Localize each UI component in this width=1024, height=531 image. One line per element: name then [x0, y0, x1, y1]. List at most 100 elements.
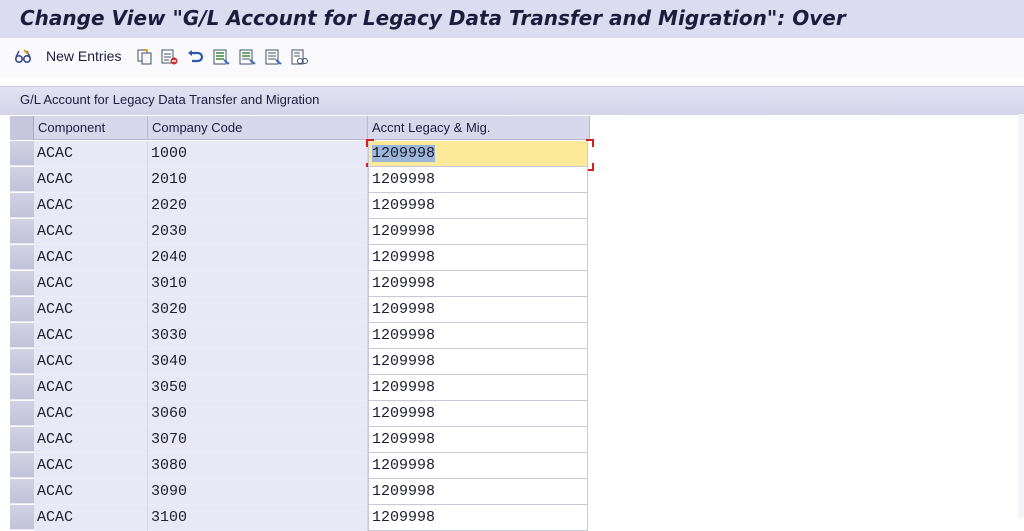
account-input[interactable]: 1209998	[368, 141, 588, 167]
account-value: 1209998	[372, 171, 436, 188]
table-row[interactable]: ACAC 3020 1209998	[10, 297, 590, 323]
undo-icon[interactable]	[186, 48, 204, 66]
table-row[interactable]: ACAC 3100 1209998	[10, 505, 590, 531]
company-code-cell: 3030	[148, 323, 368, 349]
account-value: 1209998	[372, 223, 436, 240]
account-value: 1209998	[372, 379, 436, 396]
row-select-button[interactable]	[10, 401, 34, 426]
row-select-button[interactable]	[10, 141, 34, 166]
account-input[interactable]: 1209998	[368, 349, 588, 375]
account-input[interactable]: 1209998	[368, 219, 588, 245]
company-code-cell: 3040	[148, 349, 368, 375]
account-input[interactable]: 1209998	[368, 323, 588, 349]
row-select-button[interactable]	[10, 375, 34, 400]
column-header-component[interactable]: Component	[34, 116, 148, 140]
row-select-button[interactable]	[10, 453, 34, 478]
company-code-cell: 3060	[148, 401, 368, 427]
table-row[interactable]: ACAC 3090 1209998	[10, 479, 590, 505]
column-header-company-code[interactable]: Company Code	[148, 116, 368, 140]
component-cell: ACAC	[34, 505, 148, 531]
company-code-cell: 3050	[148, 375, 368, 401]
account-value: 1209998	[372, 483, 436, 500]
table-row[interactable]: ACAC 2010 1209998	[10, 167, 590, 193]
row-select-button[interactable]	[10, 219, 34, 244]
account-input[interactable]: 1209998	[368, 271, 588, 297]
account-value: 1209998	[372, 457, 436, 474]
component-cell: ACAC	[34, 375, 148, 401]
select-all-rows-button[interactable]	[10, 116, 34, 140]
component-cell: ACAC	[34, 297, 148, 323]
component-cell: ACAC	[34, 427, 148, 453]
component-cell: ACAC	[34, 349, 148, 375]
table-row[interactable]: ACAC 2030 1209998	[10, 219, 590, 245]
component-cell: ACAC	[34, 245, 148, 271]
company-code-cell: 3090	[148, 479, 368, 505]
right-edge	[1018, 114, 1024, 518]
company-code-cell: 2010	[148, 167, 368, 193]
account-input[interactable]: 1209998	[368, 167, 588, 193]
row-select-button[interactable]	[10, 479, 34, 504]
select-all-icon[interactable]	[212, 48, 230, 66]
table-row[interactable]: ACAC 3010 1209998	[10, 271, 590, 297]
account-value: 1209998	[372, 249, 436, 266]
account-input[interactable]: 1209998	[368, 297, 588, 323]
account-input[interactable]: 1209998	[368, 453, 588, 479]
company-code-cell: 3100	[148, 505, 368, 531]
component-cell: ACAC	[34, 271, 148, 297]
account-value: 1209998	[372, 301, 436, 318]
row-select-button[interactable]	[10, 427, 34, 452]
company-code-cell: 2040	[148, 245, 368, 271]
account-input[interactable]: 1209998	[368, 401, 588, 427]
company-code-cell: 1000	[148, 141, 368, 167]
row-select-button[interactable]	[10, 245, 34, 270]
account-value: 1209998	[372, 275, 436, 292]
table-row[interactable]: ACAC 1000 1209998	[10, 139, 594, 171]
account-input[interactable]: 1209998	[368, 193, 588, 219]
component-cell: ACAC	[34, 453, 148, 479]
component-cell: ACAC	[34, 323, 148, 349]
row-select-button[interactable]	[10, 193, 34, 218]
row-select-button[interactable]	[10, 323, 34, 348]
account-value: 1209998	[372, 431, 436, 448]
deselect-all-icon[interactable]	[264, 48, 282, 66]
company-code-cell: 3070	[148, 427, 368, 453]
table-row[interactable]: ACAC 3060 1209998	[10, 401, 590, 427]
account-value: 1209998	[372, 145, 436, 162]
table-row[interactable]: ACAC 2020 1209998	[10, 193, 590, 219]
account-input[interactable]: 1209998	[368, 427, 588, 453]
glasses-icon[interactable]	[14, 48, 32, 66]
row-select-button[interactable]	[10, 271, 34, 296]
column-header-account[interactable]: Accnt Legacy & Mig.	[368, 116, 590, 140]
account-input[interactable]: 1209998	[368, 505, 588, 531]
component-cell: ACAC	[34, 167, 148, 193]
panel-title: G/L Account for Legacy Data Transfer and…	[20, 92, 320, 107]
table-row[interactable]: ACAC 2040 1209998	[10, 245, 590, 271]
row-select-button[interactable]	[10, 167, 34, 192]
account-value: 1209998	[372, 197, 436, 214]
row-select-button[interactable]	[10, 297, 34, 322]
table-row[interactable]: ACAC 3080 1209998	[10, 453, 590, 479]
account-value: 1209998	[372, 405, 436, 422]
row-select-button[interactable]	[10, 349, 34, 374]
page-title: Change View "G/L Account for Legacy Data…	[20, 6, 846, 30]
delete-icon[interactable]	[160, 48, 178, 66]
copy-icon[interactable]	[136, 48, 154, 66]
company-code-cell: 2030	[148, 219, 368, 245]
account-input[interactable]: 1209998	[368, 479, 588, 505]
account-value: 1209998	[372, 353, 436, 370]
account-input[interactable]: 1209998	[368, 245, 588, 271]
focus-corner-marker	[586, 139, 594, 147]
table-row[interactable]: ACAC 3050 1209998	[10, 375, 590, 401]
component-cell: ACAC	[34, 141, 148, 167]
select-block-icon[interactable]	[238, 48, 256, 66]
component-cell: ACAC	[34, 479, 148, 505]
table-row[interactable]: ACAC 3030 1209998	[10, 323, 590, 349]
new-entries-button[interactable]: New Entries	[46, 48, 121, 64]
company-code-cell: 3020	[148, 297, 368, 323]
table-row[interactable]: ACAC 3070 1209998	[10, 427, 590, 453]
table-row[interactable]: ACAC 3040 1209998	[10, 349, 590, 375]
account-input[interactable]: 1209998	[368, 375, 588, 401]
focus-corner-marker	[366, 139, 374, 147]
component-cell: ACAC	[34, 219, 148, 245]
print-icon[interactable]	[290, 48, 308, 66]
